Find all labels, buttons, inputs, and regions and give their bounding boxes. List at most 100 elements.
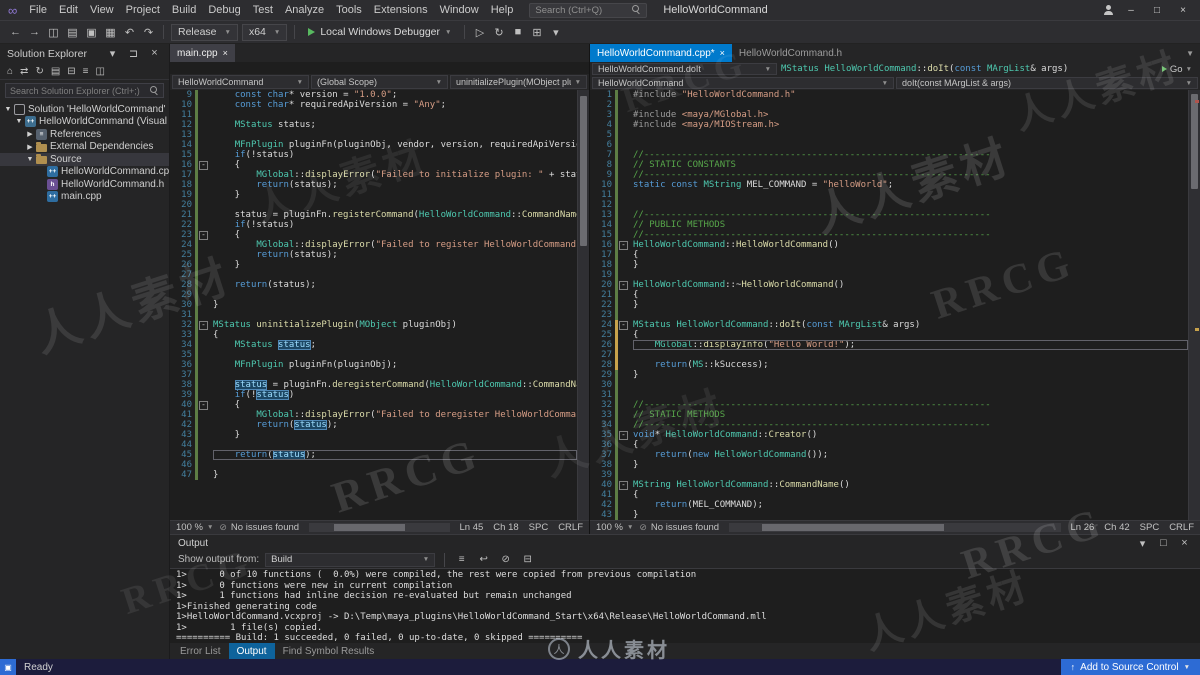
messages-list-icon[interactable]: ≡	[454, 554, 469, 565]
collapse-all-icon[interactable]: ⊟	[67, 66, 75, 77]
panel-tab-output[interactable]: Output	[228, 643, 275, 659]
notifications-icon[interactable]: ▣	[0, 659, 16, 675]
chevron-right-icon[interactable]: ▶	[25, 130, 35, 138]
close-button[interactable]: ×	[1174, 5, 1192, 16]
pin-icon[interactable]: ⊐	[126, 47, 141, 60]
breadcrumb-dropdown[interactable]: doIt(const MArgList & args) ▼	[896, 77, 1198, 89]
menu-window[interactable]: Window	[434, 4, 485, 16]
maximize-panel-icon[interactable]: □	[1156, 537, 1171, 550]
tree-item-main-cpp[interactable]: ++ main.cpp	[0, 191, 169, 204]
navigate-to-dropdown[interactable]: HelloWorldCommand.doIt ▼	[592, 63, 777, 75]
zoom-control[interactable]: 100 % ▼	[176, 522, 213, 533]
spaces-indicator[interactable]: SPC	[529, 522, 549, 533]
tree-item-helloworldcommand-h[interactable]: h HelloWorldCommand.h	[0, 178, 169, 191]
add-to-source-control-button[interactable]: ↑ Add to Source Control ▼	[1060, 659, 1200, 675]
menu-build[interactable]: Build	[166, 4, 202, 16]
line-ending-indicator[interactable]: CRLF	[558, 522, 583, 533]
close-panel-icon[interactable]: ×	[1177, 537, 1192, 550]
panel-tab-find-symbol-results[interactable]: Find Symbol Results	[275, 643, 383, 659]
properties-icon[interactable]: ≡	[83, 66, 89, 77]
menu-project[interactable]: Project	[120, 4, 166, 16]
maximize-button[interactable]: □	[1148, 5, 1166, 16]
menu-file[interactable]: File	[23, 4, 53, 16]
more-commands-icon[interactable]: ▾	[548, 26, 563, 39]
tree-item-solution-helloworldcommand-1-of-1-project[interactable]: ▼ Solution 'HelloWorldCommand' (1 of 1 pr…	[0, 103, 169, 116]
menu-analyze[interactable]: Analyze	[279, 4, 330, 16]
toggle-autoscroll-icon[interactable]: ⊟	[520, 554, 535, 565]
fold-collapse-icon[interactable]: -	[619, 240, 628, 250]
navigate-forward-icon[interactable]: →	[27, 26, 42, 39]
panel-tab-error-list[interactable]: Error List	[172, 643, 229, 659]
menu-tools[interactable]: Tools	[330, 4, 368, 16]
tree-item-external-dependencies[interactable]: ▶ External Dependencies	[0, 141, 169, 154]
spaces-indicator[interactable]: SPC	[1140, 522, 1160, 533]
preview-selected-icon[interactable]: ◫	[96, 66, 105, 77]
menu-test[interactable]: Test	[247, 4, 279, 16]
horizontal-scrollbar[interactable]	[729, 523, 1061, 532]
home-icon[interactable]: ⌂	[7, 66, 13, 77]
fold-collapse-icon[interactable]: -	[199, 400, 208, 410]
scrollbar-thumb[interactable]	[334, 524, 405, 531]
breadcrumb-dropdown[interactable]: HelloWorldCommand ▼	[592, 77, 894, 89]
horizontal-scrollbar[interactable]	[309, 523, 450, 532]
undo-icon[interactable]: ↶	[122, 26, 137, 39]
minimize-button[interactable]: –	[1122, 5, 1140, 16]
document-well-overflow-icon[interactable]: ▼	[1186, 49, 1194, 58]
save-all-icon[interactable]: ▦	[103, 26, 118, 39]
new-project-icon[interactable]: ◫	[46, 26, 61, 39]
tree-item-helloworldcommand-cpp[interactable]: ++ HelloWorldCommand.cpp	[0, 166, 169, 179]
chevron-down-icon[interactable]: ▼	[25, 156, 35, 163]
chevron-right-icon[interactable]: ▶	[25, 143, 35, 151]
tab-main-cpp[interactable]: main.cpp ×	[170, 44, 235, 62]
chevron-down-icon[interactable]: ▼	[3, 106, 13, 113]
menu-extensions[interactable]: Extensions	[368, 4, 434, 16]
left-vertical-scrollbar[interactable]	[577, 90, 589, 520]
scrollbar-thumb[interactable]	[762, 524, 945, 531]
close-icon[interactable]: ×	[147, 47, 162, 60]
switch-views-icon[interactable]: ⇄	[20, 66, 28, 77]
clear-all-icon[interactable]: ⊘	[498, 554, 513, 565]
left-code-area[interactable]: 9 10 11 12 13 14 15 16-17 18 19 20 21 22 23-24 25 26 27 2…	[170, 90, 589, 520]
breadcrumb-dropdown[interactable]: HelloWorldCommand ▼	[172, 75, 309, 89]
menu-view[interactable]: View	[84, 4, 120, 16]
platform-dropdown[interactable]: x64 ▼	[241, 23, 288, 41]
menu-help[interactable]: Help	[485, 4, 520, 16]
fold-collapse-icon[interactable]: -	[619, 320, 628, 330]
quick-search-box[interactable]: Search (Ctrl+Q)	[529, 2, 648, 18]
build-icon[interactable]: ⊞	[529, 26, 544, 39]
fold-collapse-icon[interactable]: -	[199, 230, 208, 240]
breadcrumb-dropdown[interactable]: uninitializePlugin(MObject pluginObj)▼	[450, 75, 587, 89]
fold-collapse-icon[interactable]: -	[199, 320, 208, 330]
configuration-dropdown[interactable]: Release ▼	[171, 23, 238, 41]
word-wrap-icon[interactable]: ↩	[476, 554, 491, 565]
run-without-debugging-icon[interactable]: ▷	[472, 26, 487, 39]
hot-reload-icon[interactable]: ↻	[491, 26, 506, 39]
show-all-files-icon[interactable]: ▤	[51, 66, 60, 77]
health-indicator[interactable]: ⊘ No issues found	[639, 522, 719, 533]
fold-collapse-icon[interactable]: -	[619, 480, 628, 490]
line-ending-indicator[interactable]: CRLF	[1169, 522, 1194, 533]
zoom-control[interactable]: 100 % ▼	[596, 522, 633, 533]
refresh-icon[interactable]: ↻	[35, 66, 43, 77]
tab-helloworldcommand-cpp[interactable]: HelloWorldCommand.cpp* ×	[590, 44, 732, 62]
user-account-icon[interactable]	[1102, 4, 1114, 16]
output-source-dropdown[interactable]: Build ▼	[265, 552, 436, 567]
tab-helloworldcommand-h[interactable]: HelloWorldCommand.h	[732, 44, 849, 62]
health-indicator[interactable]: ⊘ No issues found	[219, 522, 299, 533]
fold-collapse-icon[interactable]: -	[619, 280, 628, 290]
navigate-backward-icon[interactable]: ←	[8, 26, 23, 39]
redo-icon[interactable]: ↷	[141, 26, 156, 39]
chevron-down-icon[interactable]: ▼	[14, 118, 24, 125]
right-editor-code[interactable]: #include "HelloWorldCommand.h" #include <…	[630, 90, 1188, 520]
output-text[interactable]: 1> 0 of 10 functions ( 0.0%) were compil…	[170, 569, 1200, 643]
breadcrumb-dropdown[interactable]: (Global Scope) ▼	[311, 75, 448, 89]
open-file-icon[interactable]: ▤	[65, 26, 80, 39]
start-debugging-button[interactable]: Local Windows Debugger ▼	[302, 26, 457, 38]
window-position-icon[interactable]: ▾	[105, 47, 120, 60]
left-editor-code[interactable]: const char* version = "1.0.0"; const cha…	[210, 90, 577, 520]
window-position-icon[interactable]: ▾	[1135, 537, 1150, 550]
tree-item-references[interactable]: ▶ ≡ References	[0, 128, 169, 141]
fold-collapse-icon[interactable]: -	[619, 430, 628, 440]
menu-edit[interactable]: Edit	[53, 4, 84, 16]
right-vertical-scrollbar[interactable]	[1188, 90, 1200, 520]
